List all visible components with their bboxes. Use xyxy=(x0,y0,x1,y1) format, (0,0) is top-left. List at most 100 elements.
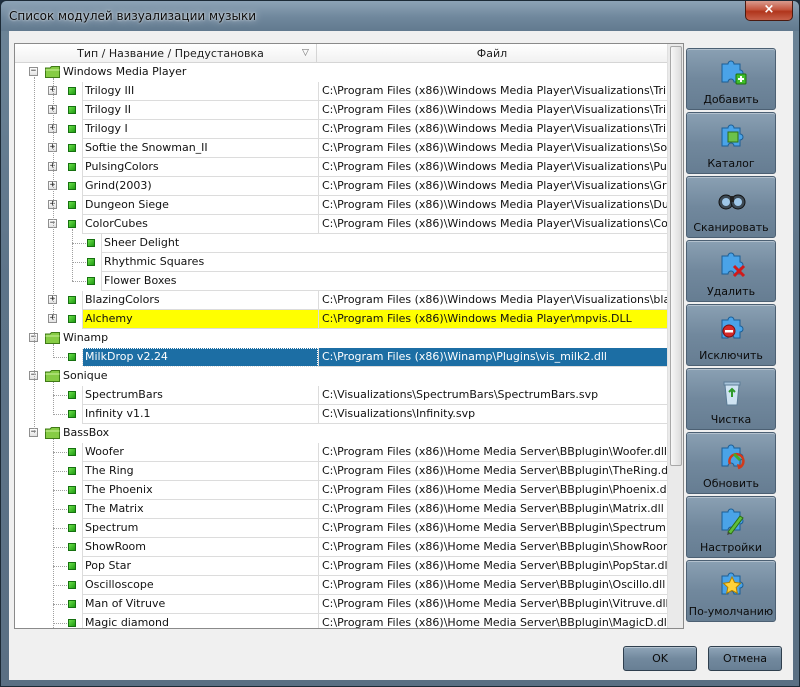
plugin-file-path: C:\Program Files (x86)\Home Media Server… xyxy=(318,519,667,538)
tree-connector-line xyxy=(53,344,54,358)
side-button-puzzle-star[interactable]: По-умолчанию xyxy=(686,560,776,622)
plugin-name: The Phoenix xyxy=(82,481,318,500)
tree-row-plugin[interactable]: + Alchemy C:\Program Files (x86)\Windows M… xyxy=(15,310,667,329)
title-bar[interactable]: Список модулей визуализации музыки × xyxy=(1,1,799,31)
folder-icon xyxy=(45,332,60,344)
cancel-button[interactable]: Отмена xyxy=(708,646,782,671)
plugin-square-icon xyxy=(68,543,76,551)
plugin-square-icon xyxy=(68,163,76,171)
plugin-name: Pop Star xyxy=(82,557,318,576)
tree-row-plugin[interactable]: The Phoenix C:\Program Files (x86)\Home M… xyxy=(15,481,667,500)
plugin-file-path: C:\Visualizations\Infinity.svp xyxy=(318,405,667,424)
plugin-square-icon xyxy=(68,467,76,475)
puzzle-exclude-icon xyxy=(716,312,748,344)
tree-row-plugin[interactable]: + Grind(2003) C:\Program Files (x86)\Windo… xyxy=(15,177,667,196)
side-button-puzzle-exclude[interactable]: Исключить xyxy=(686,304,776,366)
column-header-name[interactable]: Тип / Название / Предустановка xyxy=(25,44,317,63)
side-button-label: Чистка xyxy=(710,413,752,426)
tree-connector-line xyxy=(53,566,67,567)
side-button-label: Настройки xyxy=(699,541,763,554)
side-button-recycle-bin[interactable]: Чистка xyxy=(686,368,776,430)
side-button-label: Исключить xyxy=(699,349,763,362)
side-button-puzzle-delete[interactable]: Удалить xyxy=(686,240,776,302)
plugin-file-path: C:\Program Files (x86)\Winamp\Plugins\vi… xyxy=(318,348,667,367)
plugin-file-path: C:\Program Files (x86)\Windows Media Pla… xyxy=(318,215,667,234)
plugin-file-path: C:\Program Files (x86)\Windows Media Pla… xyxy=(318,120,667,139)
tree-row-plugin[interactable]: Man of Vitruve C:\Program Files (x86)\Hom… xyxy=(15,595,667,614)
plugin-file-path: C:\Program Files (x86)\Home Media Server… xyxy=(318,557,667,576)
scrollbar-thumb[interactable] xyxy=(670,46,682,466)
plugin-name: The Ring xyxy=(82,462,318,481)
tree-row-group[interactable]: − BassBox xyxy=(15,424,667,443)
tree-row-group[interactable]: − Windows Media Player xyxy=(15,63,667,82)
plugin-name: PulsingColors xyxy=(82,158,318,177)
tree-row-plugin[interactable]: Infinity v1.1 C:\Visualizations\Infinity.… xyxy=(15,405,667,424)
tree-row-group[interactable]: − Sonique xyxy=(15,367,667,386)
tree-connector-line xyxy=(53,623,67,624)
tree-row-plugin[interactable]: + PulsingColors C:\Program Files (x86)\Win… xyxy=(15,158,667,177)
plugin-square-icon xyxy=(68,125,76,133)
plugin-name: Spectrum xyxy=(82,519,318,538)
tree-row-plugin[interactable]: The Ring C:\Program Files (x86)\Home Medi… xyxy=(15,462,667,481)
vertical-scrollbar[interactable] xyxy=(667,44,683,628)
side-button-label: Обновить xyxy=(703,477,759,490)
preset-name: Flower Boxes xyxy=(101,272,667,291)
tree-row-plugin[interactable]: Pop Star C:\Program Files (x86)\Home Medi… xyxy=(15,557,667,576)
folder-icon xyxy=(45,370,60,382)
tree-row-plugin[interactable]: Magic diamond C:\Program Files (x86)\Home… xyxy=(15,614,667,628)
puzzle-settings-icon xyxy=(716,504,748,536)
tree-row-preset[interactable]: Rhythmic Squares xyxy=(15,253,667,272)
tree-row-plugin[interactable]: + Dungeon Siege C:\Program Files (x86)\Win… xyxy=(15,196,667,215)
tree-row-plugin[interactable]: Woofer C:\Program Files (x86)\Home Media … xyxy=(15,443,667,462)
side-button-puzzle-add[interactable]: Добавить xyxy=(686,48,776,110)
plugin-file-path: C:\Program Files (x86)\Windows Media Pla… xyxy=(318,101,667,120)
tree-connector-line xyxy=(53,414,67,415)
plugin-name: Grind(2003) xyxy=(82,177,318,196)
side-button-label: Удалить xyxy=(706,285,756,298)
tree-row-plugin[interactable]: + BlazingColors C:\Program Files (x86)\Win… xyxy=(15,291,667,310)
tree-row-group[interactable]: − Winamp xyxy=(15,329,667,348)
tree-row-plugin[interactable]: + Softie the Snowman_II C:\Program Files (… xyxy=(15,139,667,158)
tree-row-plugin[interactable]: + Trilogy II C:\Program Files (x86)\Window… xyxy=(15,101,667,120)
action-button-panel: Добавить Каталог Сканировать Удалить Исключи… xyxy=(686,48,776,630)
plugin-name: Dungeon Siege xyxy=(82,196,318,215)
tree-row-preset[interactable]: Flower Boxes xyxy=(15,272,667,291)
puzzle-add-icon xyxy=(716,56,748,88)
side-button-puzzle-settings[interactable]: Настройки xyxy=(686,496,776,558)
tree-connector-line xyxy=(53,490,67,491)
tree-connector-line xyxy=(72,229,73,281)
tree-row-plugin[interactable]: + Trilogy I C:\Program Files (x86)\Windows… xyxy=(15,120,667,139)
tree-row-plugin[interactable]: The Matrix C:\Program Files (x86)\Home Me… xyxy=(15,500,667,519)
side-button-puzzle-catalog[interactable]: Каталог xyxy=(686,112,776,174)
puzzle-delete-icon xyxy=(716,248,748,280)
tree-row-plugin[interactable]: ShowRoom C:\Program Files (x86)\Home Medi… xyxy=(15,538,667,557)
tree-row-plugin[interactable]: Spectrum C:\Program Files (x86)\Home Medi… xyxy=(15,519,667,538)
plugin-file-path: C:\Program Files (x86)\Home Media Server… xyxy=(318,595,667,614)
ok-button[interactable]: OK xyxy=(623,646,697,671)
plugin-name: MilkDrop v2.24 xyxy=(82,348,318,367)
plugin-square-icon xyxy=(68,201,76,209)
tree-row-plugin[interactable]: + Trilogy III C:\Program Files (x86)\Windo… xyxy=(15,82,667,101)
plugin-square-icon xyxy=(68,410,76,418)
group-name: Winamp xyxy=(63,331,109,344)
plugin-file-path: C:\Program Files (x86)\Home Media Server… xyxy=(318,481,667,500)
column-header-file[interactable]: Файл xyxy=(317,44,667,63)
preset-name: Sheer Delight xyxy=(101,234,667,253)
side-button-puzzle-refresh[interactable]: Обновить xyxy=(686,432,776,494)
plugin-square-icon xyxy=(68,448,76,456)
plugin-name: BlazingColors xyxy=(82,291,318,310)
tree-row-plugin[interactable]: SpectrumBars C:\Visualizations\SpectrumBa… xyxy=(15,386,667,405)
side-button-binoculars[interactable]: Сканировать xyxy=(686,176,776,238)
plugin-tree[interactable]: Тип / Название / Предустановка ▽ Файл − W… xyxy=(14,43,684,629)
collapse-icon[interactable]: − xyxy=(29,67,38,76)
dialog-window: Список модулей визуализации музыки × Тип… xyxy=(0,0,800,687)
tree-row-plugin[interactable]: Oscilloscope C:\Program Files (x86)\Home … xyxy=(15,576,667,595)
tree-row-plugin[interactable]: MilkDrop v2.24 C:\Program Files (x86)\Win… xyxy=(15,348,667,367)
plugin-square-icon xyxy=(68,144,76,152)
tree-row-plugin[interactable]: − ColorCubes C:\Program Files (x86)\Window… xyxy=(15,215,667,234)
close-button[interactable]: × xyxy=(745,1,793,21)
plugin-name: Softie the Snowman_II xyxy=(82,139,318,158)
tree-connector-line xyxy=(34,77,35,433)
tree-row-preset[interactable]: Sheer Delight xyxy=(15,234,667,253)
tree-connector-line xyxy=(53,509,67,510)
